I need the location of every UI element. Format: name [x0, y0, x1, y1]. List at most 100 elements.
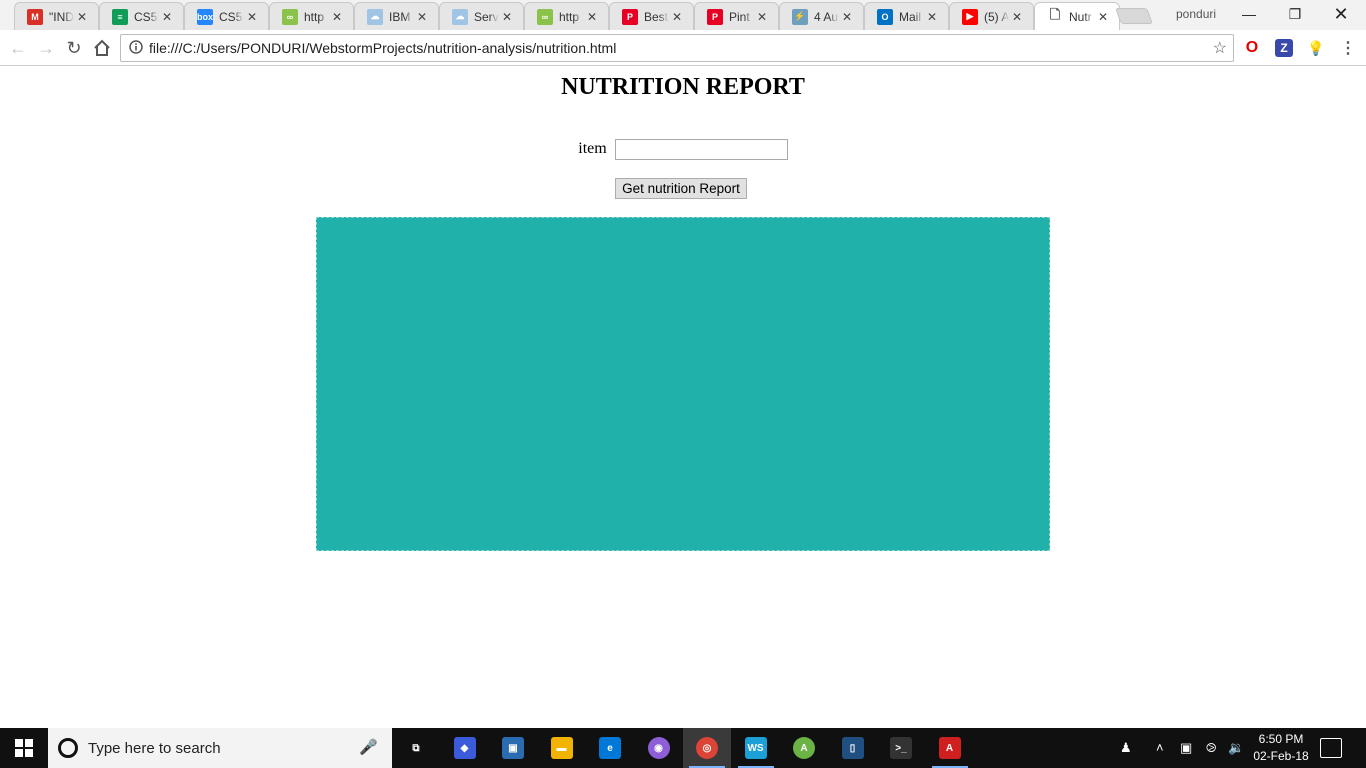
android-studio-icon: A: [793, 737, 815, 759]
tab-title: http: [559, 9, 580, 24]
taskbar-app-button[interactable]: A: [926, 728, 974, 768]
tab-close-icon[interactable]: ✕: [756, 10, 768, 24]
file-explorer-icon: ▬: [550, 737, 573, 759]
item-input[interactable]: [614, 139, 788, 160]
browser-tab[interactable]: ∞ http ✕: [269, 2, 354, 30]
app-icon: ◆: [453, 737, 476, 759]
page-icon: 🗋: [1047, 7, 1063, 25]
clock-time: 6:50 PM: [1258, 732, 1304, 746]
taskbar-app-button[interactable]: ◆: [441, 728, 489, 768]
taskbar-app-button[interactable]: ▯: [829, 728, 877, 768]
browser-tab[interactable]: ☁ IBM ✕: [354, 2, 439, 30]
bookmark-star-icon[interactable]: ☆: [1213, 38, 1227, 58]
browser-tab[interactable]: ☁ Serv ✕: [439, 2, 524, 30]
taskbar-clock[interactable]: 6:50 PM 02-Feb-18: [1250, 731, 1312, 765]
taskbar-app-button[interactable]: A: [780, 728, 828, 768]
link-icon: ∞: [537, 8, 553, 25]
forward-icon[interactable]: →: [34, 36, 58, 60]
tab-close-icon[interactable]: ✕: [246, 10, 258, 24]
report-panel: [316, 217, 1050, 551]
profile-name[interactable]: ponduri: [1176, 7, 1216, 21]
minimize-icon[interactable]: —: [1226, 0, 1272, 28]
terminal-icon: >_: [890, 737, 912, 759]
battery-icon[interactable]: ▣: [1180, 740, 1192, 756]
taskbar-search-box[interactable]: Type here to search 🎤: [48, 728, 392, 768]
close-window-icon[interactable]: ✕: [1318, 0, 1364, 28]
tab-close-icon[interactable]: ✕: [841, 10, 853, 24]
taskbar-app-button[interactable]: e: [586, 728, 634, 768]
tab-close-icon[interactable]: ✕: [671, 10, 683, 24]
browser-tab[interactable]: M "IND ✕: [14, 2, 99, 30]
opera-extension-icon[interactable]: O: [1243, 39, 1261, 57]
browser-tab[interactable]: 🗋 Nutr ✕: [1034, 2, 1120, 30]
webstorm-icon: WS: [744, 737, 767, 759]
info-icon[interactable]: [125, 39, 147, 57]
windows-start-icon[interactable]: [0, 728, 48, 768]
tab-title: 4 Au: [814, 9, 839, 24]
tab-title: (5) A: [984, 9, 1009, 24]
tab-close-icon[interactable]: ✕: [1097, 10, 1109, 24]
tab-title: CS5!: [134, 9, 159, 24]
tab-list: M "IND ✕ ≡ CS5! ✕ box CS5! ✕ ∞ http ✕ ☁ IBM ✕ ☁ Serv ✕ ∞ ht…: [14, 2, 1120, 30]
tab-title: IBM: [389, 9, 411, 24]
tab-close-icon[interactable]: ✕: [416, 10, 428, 24]
people-icon[interactable]: ♟: [1120, 740, 1132, 756]
youtube-icon: ▶: [962, 8, 978, 25]
zotero-extension-icon[interactable]: Z: [1275, 39, 1293, 57]
tab-close-icon[interactable]: ✕: [586, 10, 598, 24]
browser-tab[interactable]: O Mail ✕: [864, 2, 949, 30]
pinterest-icon: P: [707, 8, 723, 25]
restore-icon[interactable]: ❐: [1272, 0, 1318, 28]
sheets-icon: ≡: [112, 8, 128, 25]
taskbar-app-button[interactable]: ▣: [489, 728, 537, 768]
tab-close-icon[interactable]: ✕: [76, 10, 88, 24]
taskbar-app-button[interactable]: >_: [877, 728, 925, 768]
tab-close-icon[interactable]: ✕: [1011, 10, 1023, 24]
taskbar-app-button[interactable]: WS: [732, 728, 780, 768]
browser-tab[interactable]: ∞ http ✕: [524, 2, 609, 30]
tab-close-icon[interactable]: ✕: [926, 10, 938, 24]
tab-close-icon[interactable]: ✕: [501, 10, 513, 24]
taskbar-app-button[interactable]: ▬: [538, 728, 586, 768]
cloud-icon: ☁: [367, 8, 383, 25]
home-icon[interactable]: [90, 36, 114, 60]
tab-close-icon[interactable]: ✕: [331, 10, 343, 24]
get-nutrition-report-button[interactable]: Get nutrition Report: [615, 178, 747, 199]
cortana-icon: [58, 738, 78, 758]
browser-tab[interactable]: ▶ (5) A ✕: [949, 2, 1034, 30]
browser-tab[interactable]: ≡ CS5! ✕: [99, 2, 184, 30]
search-placeholder: Type here to search: [88, 739, 221, 757]
volume-icon[interactable]: 🔉: [1228, 740, 1244, 756]
wifi-icon[interactable]: ⧁: [1206, 740, 1216, 756]
browser-tab[interactable]: box CS5! ✕: [184, 2, 269, 30]
reload-icon[interactable]: ↻: [62, 36, 86, 60]
outlook-icon: O: [877, 8, 893, 25]
task-view-icon: ⧉: [405, 737, 427, 759]
new-tab-button[interactable]: [1115, 8, 1153, 24]
address-bar[interactable]: file:///C:/Users/PONDURI/WebstormProject…: [120, 34, 1234, 62]
action-center-icon[interactable]: [1320, 738, 1342, 758]
taskbar-app-button[interactable]: ⧉: [392, 728, 440, 768]
link-icon: ∞: [282, 8, 298, 25]
browser-tab[interactable]: ⚡ 4 Au ✕: [779, 2, 864, 30]
clock-date: 02-Feb-18: [1253, 749, 1309, 763]
browser-toolbar: ← → ↻ file:///C:/Users/PONDURI/WebstormP…: [0, 30, 1366, 66]
tab-close-icon[interactable]: ✕: [161, 10, 173, 24]
microphone-icon[interactable]: 🎤: [359, 738, 378, 756]
github-desktop-icon: ◉: [647, 737, 670, 759]
tab-title: Serv: [474, 9, 499, 24]
lightbulb-extension-icon[interactable]: 💡: [1307, 39, 1325, 57]
item-label: item: [578, 140, 607, 158]
page-title: NUTRITION REPORT: [561, 74, 805, 100]
back-icon[interactable]: ←: [6, 36, 30, 60]
url-text[interactable]: file:///C:/Users/PONDURI/WebstormProject…: [149, 40, 616, 56]
taskbar-app-button[interactable]: ◉: [635, 728, 683, 768]
browser-tab[interactable]: P Best ✕: [609, 2, 694, 30]
browser-tab[interactable]: P Pint ✕: [694, 2, 779, 30]
page-content: NUTRITION REPORT item Get nutrition Repo…: [0, 66, 1366, 728]
menu-kebab-icon[interactable]: ⋮: [1339, 39, 1357, 57]
sourcetree-icon: ▯: [841, 737, 864, 759]
chevron-up-icon[interactable]: ˄: [1156, 740, 1164, 755]
taskbar-app-button[interactable]: ◎: [683, 728, 731, 768]
tab-title: Nutr: [1069, 9, 1092, 24]
